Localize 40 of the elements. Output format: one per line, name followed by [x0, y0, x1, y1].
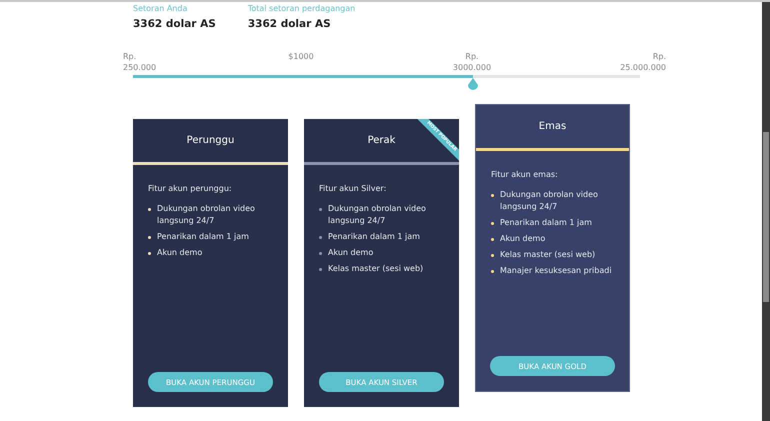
bullet-icon: [491, 270, 494, 273]
feature-text: Akun demo: [157, 247, 202, 259]
bullet-icon: [491, 254, 494, 257]
feature-text: Manajer kesuksesan pribadi: [500, 265, 612, 277]
summary-label: Total setoran perdagangan: [248, 4, 356, 13]
bullet-icon: [148, 236, 151, 239]
scrollbar[interactable]: [762, 2, 770, 421]
slider-tick-label: $1000: [287, 51, 315, 63]
slider-thumb[interactable]: [466, 78, 479, 90]
bullet-icon: [319, 236, 322, 239]
slider-tick-label: Rp. 25.000.000: [619, 51, 666, 74]
feature-text: Penarikan dalam 1 jam: [500, 217, 592, 229]
bullet-icon: [491, 194, 494, 197]
bullet-icon: [148, 252, 151, 255]
plan-header: Emas: [476, 105, 629, 151]
summary-label: Setoran Anda: [133, 4, 188, 13]
feature-text: Penarikan dalam 1 jam: [157, 231, 249, 243]
feature-text: Kelas master (sesi web): [500, 249, 596, 261]
bullet-icon: [319, 252, 322, 255]
features-title: Fitur akun Silver:: [319, 184, 388, 193]
bullet-icon: [148, 208, 151, 211]
feature-text: Dukungan obrolan video langsung 24/7: [157, 203, 256, 227]
features-title: Fitur akun emas:: [491, 170, 559, 179]
feature-text: Kelas master (sesi web): [328, 263, 424, 275]
bullet-icon: [491, 222, 494, 225]
plan-header: Perunggu: [133, 119, 288, 165]
slider-tick-label: Rp. 250.000: [123, 51, 158, 74]
feature-text: Dukungan obrolan video langsung 24/7: [500, 189, 599, 213]
feature-text: Akun demo: [500, 233, 546, 245]
feature-text: Akun demo: [328, 247, 374, 259]
summary-value: 3362 dolar AS: [248, 18, 332, 30]
scrollbar-thumb[interactable]: [763, 132, 769, 302]
feature-text: Penarikan dalam 1 jam: [328, 231, 420, 243]
slider-tick-label: Rp. 3000.000: [452, 51, 492, 74]
bullet-icon: [319, 208, 322, 211]
summary-value: 3362 dolar AS: [133, 18, 216, 30]
bullet-icon: [491, 238, 494, 241]
bullet-icon: [319, 268, 322, 271]
features-title: Fitur akun perunggu:: [148, 184, 233, 193]
feature-text: Dukungan obrolan video langsung 24/7: [328, 203, 427, 227]
